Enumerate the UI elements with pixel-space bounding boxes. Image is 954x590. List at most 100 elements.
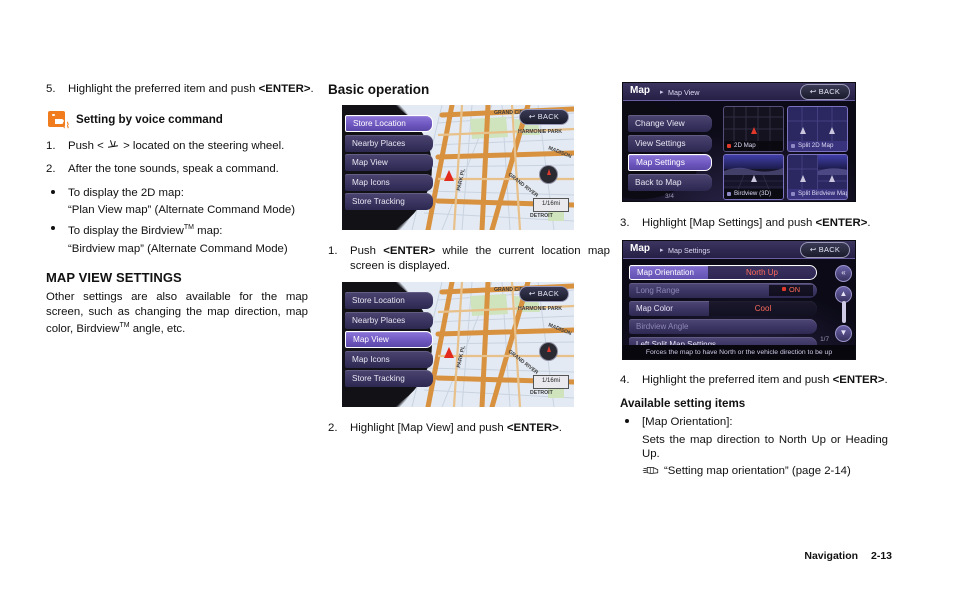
back-button[interactable]: ↩ BACK: [519, 109, 569, 125]
screen-header: Map ▸ Map View ↩ BACK: [623, 83, 855, 101]
mid-step-1: 1. Push <ENTER> while the current locati…: [328, 245, 610, 272]
screen-title: Map: [630, 85, 650, 96]
setting-label: Map Color: [636, 303, 673, 313]
vehicle-icon: [799, 175, 806, 183]
menu-item-change-view[interactable]: Change View: [628, 115, 712, 132]
back-button[interactable]: ↩ BACK: [519, 286, 569, 302]
available-item-description: Sets the map direction to North Up or He…: [642, 433, 888, 461]
map-scale-indicator: 1/16mi: [533, 375, 569, 389]
menu-item-nearby-places[interactable]: Nearby Places: [345, 311, 433, 329]
settings-rows[interactable]: Map Orientation North Up Long Range ON M…: [629, 264, 817, 355]
voice-bullet-1-line1: To display the 2D map:: [68, 186, 184, 199]
menu-item-map-icons[interactable]: Map Icons: [345, 173, 433, 191]
page-footer: Navigation 2-13: [804, 550, 892, 562]
map-view-settings-heading: MAP VIEW SETTINGS: [46, 270, 182, 286]
mid-step-2-number: 2.: [328, 422, 338, 434]
section-body-post: angle, etc.: [129, 323, 186, 336]
setting-value: North Up: [708, 265, 816, 279]
setting-row-map-color[interactable]: Map Color Cool: [629, 300, 817, 316]
voice-bullet-2: To display the BirdviewTM map:: [46, 222, 338, 239]
setting-toggle[interactable]: ON: [769, 285, 813, 296]
menu-item-store-location[interactable]: Store Location: [345, 115, 433, 132]
menu-item-nearby-places[interactable]: Nearby Places: [345, 134, 433, 152]
vehicle-position-icon: [444, 170, 455, 181]
voice-command-icon: ⌇⌇: [48, 110, 70, 129]
setting-row-birdview-angle[interactable]: Birdview Angle: [629, 318, 817, 334]
menu-item-back-to-map[interactable]: Back to Map: [628, 173, 712, 191]
thumbnail-label: Split 2D Map: [788, 141, 847, 151]
cross-reference: “Setting map orientation” (page 2-14): [620, 464, 892, 479]
back-button[interactable]: ↩ BACK: [800, 241, 850, 258]
scroll-first-button[interactable]: «: [835, 264, 852, 282]
enter-key-label: <ENTER>: [383, 245, 436, 257]
basic-operation-heading: Basic operation: [328, 82, 430, 97]
setting-value: Cool: [709, 300, 817, 316]
voice-step-2-number: 2.: [46, 163, 56, 175]
chevron-right-icon: ▸: [660, 246, 664, 254]
svg-text:DETROIT: DETROIT: [530, 390, 554, 396]
menu-item-map-view[interactable]: Map View: [345, 154, 433, 172]
radio-selected-icon: [727, 144, 731, 148]
voice-step-1-number: 1.: [46, 139, 56, 152]
menu-item-store-tracking[interactable]: Store Tracking: [345, 370, 433, 388]
thumbnail-label: 2D Map: [724, 141, 783, 151]
scroll-up-button[interactable]: ▲: [835, 285, 852, 303]
screen-title: Map: [630, 242, 650, 254]
screen-body: Map Orientation North Up Long Range ON M…: [623, 258, 855, 359]
radio-unselected-icon: [791, 144, 795, 148]
footer-section: Navigation: [804, 550, 859, 562]
map-menu-list[interactable]: Store Location Nearby Places Map View Ma…: [345, 115, 433, 213]
voice-bullet-2-post: map:: [193, 225, 223, 238]
scrollbar[interactable]: [842, 300, 846, 323]
enter-key-label: <ENTER>: [815, 217, 868, 229]
scroll-down-button[interactable]: ▼: [835, 324, 852, 342]
vehicle-icon: [829, 127, 836, 135]
setting-label: Map Orientation: [637, 267, 694, 277]
trademark-sup: TM: [183, 224, 194, 232]
pointing-hand-icon: [642, 466, 659, 474]
screen-breadcrumb: Map View: [668, 88, 700, 97]
middle-column: Basic operation GRAND CIRCUS HARMONIE PA…: [328, 82, 610, 445]
menu-item-map-settings[interactable]: Map Settings: [628, 154, 712, 172]
thumbnail-label: Birdview (3D): [724, 189, 783, 199]
bullet-dot-icon: [51, 189, 55, 194]
svg-text:HARMONIE PARK: HARMONIE PARK: [518, 129, 562, 135]
thumbnail-2d-map[interactable]: 2D Map: [723, 106, 784, 152]
menu-item-map-icons[interactable]: Map Icons: [345, 350, 433, 368]
bullet-dot-icon: [625, 419, 629, 423]
menu-item-store-tracking[interactable]: Store Tracking: [345, 193, 433, 211]
setting-row-long-range[interactable]: Long Range ON: [629, 282, 817, 298]
voice-step-1-pre: Push <: [68, 139, 107, 152]
step-5-number: 5.: [46, 83, 56, 95]
thumbnail-split-birdview-map[interactable]: Split Birdview Map: [787, 154, 848, 200]
right-step-4: 4. Highlight the preferred item and push…: [620, 373, 888, 386]
map-scale-indicator: 1/16mi: [533, 198, 569, 212]
vehicle-icon: [750, 127, 757, 135]
svg-text:HARMONIE PARK: HARMONIE PARK: [518, 306, 562, 312]
thumbnail-label: Split Birdview Map: [788, 189, 847, 199]
menu-item-map-view[interactable]: Map View: [345, 331, 433, 349]
vehicle-icon: [829, 175, 836, 183]
menu-item-store-location[interactable]: Store Location: [345, 292, 433, 309]
svg-text:DETROIT: DETROIT: [530, 213, 554, 219]
thumbnail-split-2d-map[interactable]: Split 2D Map: [787, 106, 848, 152]
left-column: 5. Highlight the preferred item and push…: [46, 82, 338, 337]
manual-page: 5. Highlight the preferred item and push…: [0, 0, 954, 590]
menu-item-view-settings[interactable]: View Settings: [628, 134, 712, 152]
back-button[interactable]: ↩ BACK: [800, 84, 850, 100]
view-menu-list[interactable]: Change View View Settings Map Settings B…: [628, 115, 712, 193]
mid-step-2: 2. Highlight [Map View] and push <ENTER>…: [328, 422, 562, 434]
screen-breadcrumb: Map Settings: [668, 245, 710, 255]
map-menu-list[interactable]: Store Location Nearby Places Map View Ma…: [345, 292, 433, 390]
vehicle-icon: [750, 175, 757, 183]
cross-reference-text: “Setting map orientation” (page 2-14): [664, 464, 851, 477]
setting-row-map-orientation[interactable]: Map Orientation North Up: [629, 264, 817, 280]
voice-bullet-2-line2: “Birdview map” (Alternate Command Mode): [68, 242, 288, 255]
compass-icon: [539, 165, 558, 184]
thumbnail-birdview-3d[interactable]: Birdview (3D): [723, 154, 784, 200]
right-column: Map ▸ Map View ↩ BACK Change View View S…: [620, 82, 892, 478]
vehicle-icon: [799, 127, 806, 135]
setting-label: Long Range: [636, 285, 680, 295]
screenshot-map-settings-screen: Map ▸ Map Settings ↩ BACK Map Orientatio…: [622, 239, 856, 360]
right-step-4-number: 4.: [620, 373, 630, 386]
